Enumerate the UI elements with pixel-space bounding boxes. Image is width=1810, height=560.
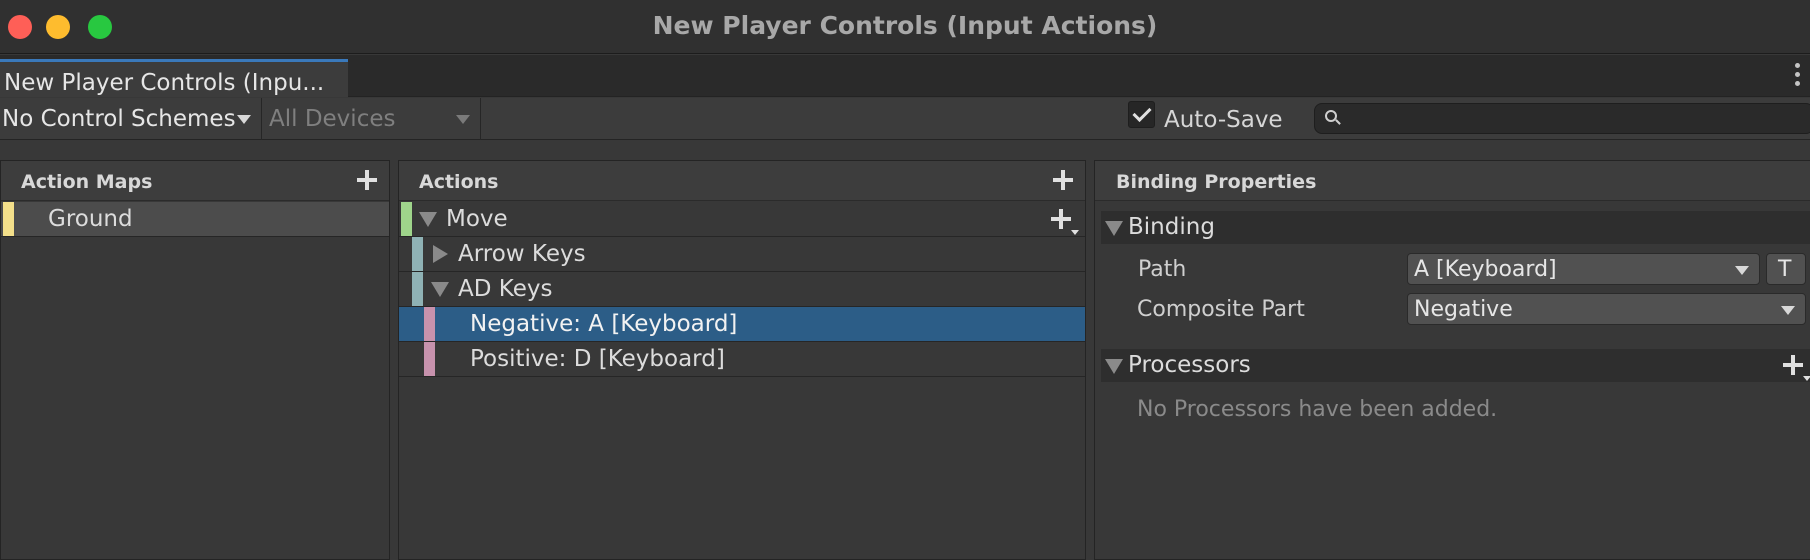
- text-mode-label: T: [1778, 257, 1792, 282]
- action-map-item-ground[interactable]: Ground: [1, 202, 389, 237]
- more-options-icon[interactable]: [1794, 63, 1802, 89]
- binding-properties-header: Binding Properties: [1095, 161, 1810, 201]
- binding-section-header[interactable]: Binding: [1101, 211, 1810, 244]
- path-label: Path: [1138, 257, 1187, 282]
- action-maps-header: Action Maps: [1, 161, 389, 201]
- binding-part-negative[interactable]: Negative: A [Keyboard]: [399, 307, 1085, 342]
- binding-color-bar: [412, 237, 423, 271]
- binding-label: AD Keys: [458, 276, 553, 302]
- action-maps-panel: Action Maps Ground: [0, 160, 390, 560]
- binding-properties-panel: Binding Properties Binding Path A [Keybo…: [1094, 160, 1810, 560]
- control-scheme-label: No Control Schemes: [2, 106, 236, 132]
- window-titlebar: New Player Controls (Input Actions): [0, 0, 1810, 54]
- chevron-down-icon: [456, 115, 470, 124]
- chevron-down-icon: [1781, 306, 1795, 315]
- action-map-label: Ground: [48, 206, 133, 232]
- expand-arrow-icon[interactable]: [419, 212, 437, 227]
- add-binding-icon[interactable]: [1051, 209, 1079, 235]
- processors-empty-message: No Processors have been added.: [1137, 397, 1498, 422]
- control-scheme-dropdown[interactable]: No Control Schemes: [0, 98, 259, 140]
- path-value: A [Keyboard]: [1414, 257, 1557, 282]
- composite-part-label: Composite Part: [1137, 297, 1305, 322]
- search-input[interactable]: [1314, 103, 1810, 134]
- action-maps-title: Action Maps: [21, 171, 153, 193]
- binding-item-arrow-keys[interactable]: Arrow Keys: [399, 237, 1085, 272]
- autosave-label: Auto-Save: [1164, 107, 1283, 133]
- expand-arrow-icon[interactable]: [1105, 359, 1123, 374]
- composite-part-dropdown[interactable]: Negative: [1407, 293, 1806, 325]
- action-label: Move: [446, 206, 508, 232]
- processors-section-label: Processors: [1128, 352, 1251, 378]
- text-mode-button[interactable]: T: [1766, 253, 1806, 285]
- devices-dropdown[interactable]: All Devices: [261, 98, 481, 140]
- processors-section-header[interactable]: Processors: [1101, 349, 1810, 382]
- expand-arrow-icon[interactable]: [1105, 221, 1123, 236]
- window-title: New Player Controls (Input Actions): [652, 11, 1158, 40]
- expand-arrow-icon[interactable]: [431, 282, 449, 297]
- binding-item-ad-keys[interactable]: AD Keys: [399, 272, 1085, 307]
- add-action-map-icon[interactable]: [357, 170, 377, 190]
- binding-color-bar: [412, 272, 423, 306]
- actions-panel: Actions Move Arrow Keys AD Keys Negative…: [398, 160, 1086, 560]
- tab-strip: New Player Controls (Inpu...: [0, 55, 1810, 97]
- chevron-down-icon: [1735, 266, 1749, 275]
- chevron-down-icon: [237, 115, 251, 124]
- action-color-bar: [401, 202, 412, 236]
- search-icon: [1325, 110, 1337, 122]
- binding-part-color-bar: [424, 342, 435, 376]
- toolbar: No Control Schemes All Devices Auto-Save: [0, 98, 1810, 140]
- devices-label: All Devices: [269, 106, 396, 132]
- collapse-arrow-icon[interactable]: [433, 245, 448, 263]
- action-item-move[interactable]: Move: [399, 202, 1085, 237]
- binding-part-label: Negative: A [Keyboard]: [470, 311, 738, 337]
- binding-part-color-bar: [424, 307, 435, 341]
- binding-label: Arrow Keys: [458, 241, 586, 267]
- autosave-checkbox[interactable]: [1128, 101, 1155, 128]
- action-map-color-bar: [3, 202, 14, 236]
- binding-section-label: Binding: [1128, 214, 1215, 240]
- path-dropdown[interactable]: A [Keyboard]: [1407, 253, 1760, 285]
- add-processor-icon[interactable]: [1783, 355, 1810, 381]
- binding-part-positive[interactable]: Positive: D [Keyboard]: [399, 342, 1085, 377]
- composite-part-value: Negative: [1414, 297, 1513, 322]
- tab-input-actions[interactable]: New Player Controls (Inpu...: [0, 59, 348, 97]
- actions-header: Actions: [399, 161, 1085, 201]
- add-action-icon[interactable]: [1053, 170, 1073, 190]
- binding-part-label: Positive: D [Keyboard]: [470, 346, 725, 372]
- actions-title: Actions: [419, 171, 499, 193]
- binding-properties-title: Binding Properties: [1116, 171, 1317, 193]
